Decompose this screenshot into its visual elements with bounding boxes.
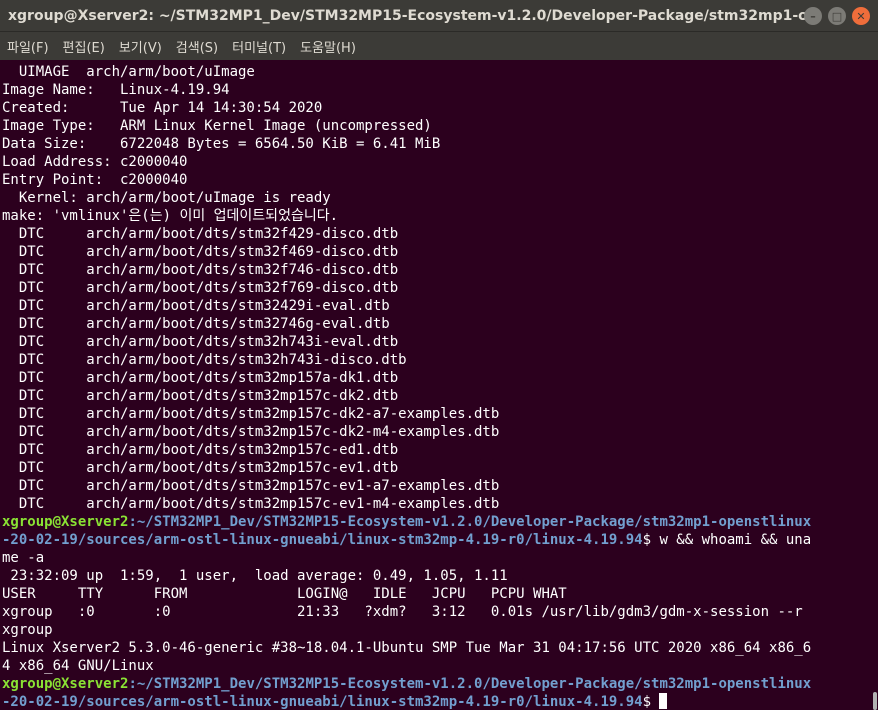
terminal-line: DTC arch/arm/boot/dts/stm32h743i-disco.d… [2, 352, 407, 368]
terminal-line: DTC arch/arm/boot/dts/stm32mp157c-ev1-a7… [2, 478, 500, 494]
menu-bar: 파일(F) 편집(E) 보기(V) 검색(S) 터미널(T) 도움말(H) [0, 32, 878, 60]
terminal-output[interactable]: UIMAGE arch/arm/boot/uImage Image Name: … [2, 63, 874, 710]
terminal-line: Linux Xserver2 5.3.0-46-generic #38~18.0… [2, 640, 812, 656]
prompt-command-wrap: me -a [2, 550, 45, 566]
terminal-line: DTC arch/arm/boot/dts/stm32f429-disco.dt… [2, 226, 399, 242]
menu-edit[interactable]: 편집(E) [56, 37, 112, 56]
prompt-userhost: xgroup@Xserver2 [2, 676, 129, 692]
terminal-line: DTC arch/arm/boot/dts/stm32mp157c-ev1.dt… [2, 460, 399, 476]
window-titlebar[interactable]: xgroup@Xserver2: ~/STM32MP1_Dev/STM32MP1… [0, 0, 878, 32]
prompt-path: :~/STM32MP1_Dev/STM32MP15-Ecosystem-v1.2… [128, 514, 812, 530]
terminal-line: USER TTY FROM LOGIN@ IDLE JCPU PCPU WHAT [2, 586, 567, 602]
prompt-userhost: xgroup@Xserver2 [2, 514, 129, 530]
terminal-line: DTC arch/arm/boot/dts/stm32mp157a-dk1.dt… [2, 370, 399, 386]
prompt-line: xgroup@Xserver2:~/STM32MP1_Dev/STM32MP15… [2, 675, 874, 693]
maximize-icon[interactable]: □ [828, 7, 846, 25]
terminal-line: DTC arch/arm/boot/dts/stm32f469-disco.dt… [2, 244, 399, 260]
cursor [659, 693, 668, 709]
terminal-line: Kernel: arch/arm/boot/uImage is ready [2, 190, 331, 206]
prompt-path: -20-02-19/sources/arm-ostl-linux-gnueabi… [2, 532, 643, 548]
prompt-command: $ w && whoami && una [642, 532, 812, 548]
terminal-line: Load Address: c2000040 [2, 154, 188, 170]
terminal-line: DTC arch/arm/boot/dts/stm32mp157c-ed1.dt… [2, 442, 399, 458]
terminal-line: DTC arch/arm/boot/dts/stm32f746-disco.dt… [2, 262, 399, 278]
terminal-line: make: 'vmlinux'은(는) 이미 업데이트되었습니다. [2, 208, 339, 224]
terminal-line: DTC arch/arm/boot/dts/stm32mp157c-dk2-m4… [2, 424, 500, 440]
prompt-line: xgroup@Xserver2:~/STM32MP1_Dev/STM32MP15… [2, 513, 874, 531]
prompt-line: -20-02-19/sources/arm-ostl-linux-gnueabi… [2, 531, 874, 549]
terminal-line: Image Type: ARM Linux Kernel Image (unco… [2, 118, 432, 134]
terminal-line: 4 x86_64 GNU/Linux [2, 658, 154, 674]
scrollbar-thumb[interactable] [873, 692, 877, 710]
terminal-line: Image Name: Linux-4.19.94 [2, 82, 230, 98]
terminal-line: DTC arch/arm/boot/dts/stm32f769-disco.dt… [2, 280, 399, 296]
prompt-path: -20-02-19/sources/arm-ostl-linux-gnueabi… [2, 694, 643, 710]
terminal-line: UIMAGE arch/arm/boot/uImage [2, 64, 255, 80]
menu-file[interactable]: 파일(F) [0, 37, 56, 56]
terminal-line: DTC arch/arm/boot/dts/stm32h743i-eval.dt… [2, 334, 399, 350]
menu-view[interactable]: 보기(V) [112, 37, 169, 56]
terminal-line: xgroup :0 :0 21:33 ?xdm? 3:12 0.01s /usr… [2, 604, 803, 620]
minimize-icon[interactable]: – [804, 7, 822, 25]
menu-search[interactable]: 검색(S) [169, 37, 225, 56]
prompt-line: -20-02-19/sources/arm-ostl-linux-gnueabi… [2, 693, 874, 710]
terminal-line: xgroup [2, 622, 53, 638]
window-controls: – □ ✕ [804, 7, 870, 25]
menu-terminal[interactable]: 터미널(T) [225, 37, 293, 56]
terminal-line: Data Size: 6722048 Bytes = 6564.50 KiB =… [2, 136, 441, 152]
terminal-line: DTC arch/arm/boot/dts/stm32mp157c-dk2-a7… [2, 406, 500, 422]
close-icon[interactable]: ✕ [852, 7, 870, 25]
window-title: xgroup@Xserver2: ~/STM32MP1_Dev/STM32MP1… [8, 7, 808, 24]
prompt-symbol: $ [642, 694, 660, 710]
terminal-line: DTC arch/arm/boot/dts/stm32429i-eval.dtb [2, 298, 390, 314]
terminal-line: DTC arch/arm/boot/dts/stm32mp157c-dk2.dt… [2, 388, 399, 404]
terminal-line: Entry Point: c2000040 [2, 172, 188, 188]
terminal-line: Created: Tue Apr 14 14:30:54 2020 [2, 100, 323, 116]
menu-help[interactable]: 도움말(H) [293, 37, 363, 56]
terminal-line: DTC arch/arm/boot/dts/stm32mp157c-ev1-m4… [2, 496, 500, 512]
prompt-path: :~/STM32MP1_Dev/STM32MP15-Ecosystem-v1.2… [128, 676, 812, 692]
terminal-line: DTC arch/arm/boot/dts/stm32746g-eval.dtb [2, 316, 390, 332]
terminal-line: 23:32:09 up 1:59, 1 user, load average: … [2, 568, 508, 584]
